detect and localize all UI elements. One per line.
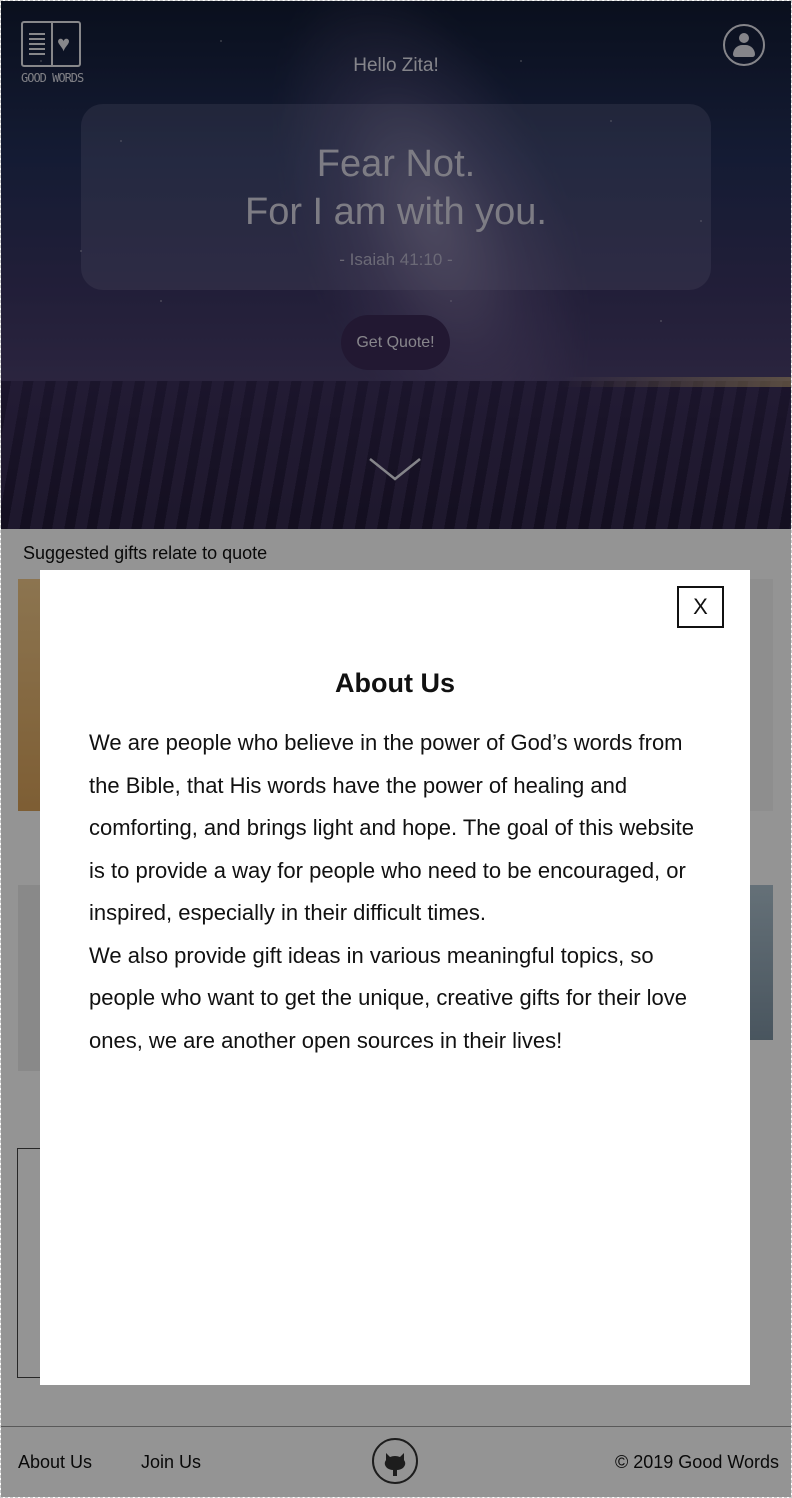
close-button[interactable]: X <box>677 586 724 628</box>
about-us-modal: X About Us We are people who believe in … <box>40 570 750 1385</box>
modal-title: About Us <box>335 668 455 698</box>
modal-body: We are people who believe in the power o… <box>89 722 709 1062</box>
page: ♥ GOOD WORDS Hello Zita! Fear Not. For I… <box>0 0 792 1498</box>
about-paragraph-2: We also provide gift ideas in various me… <box>89 942 688 1053</box>
about-paragraph-1: We are people who believe in the power o… <box>89 730 694 925</box>
